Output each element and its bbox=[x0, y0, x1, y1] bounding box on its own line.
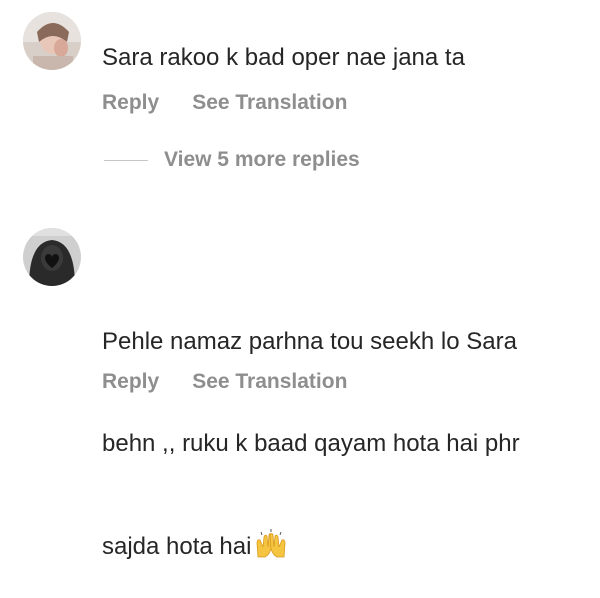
comment-2-actions: Reply See Translation bbox=[102, 370, 347, 394]
view-more-replies-button[interactable]: View 5 more replies bbox=[104, 148, 360, 172]
comment-1-text: Sara rakoo k bad oper nae jana ta bbox=[102, 44, 465, 71]
user-avatar-hijab-icon bbox=[23, 228, 81, 286]
avatar-comment-1[interactable] bbox=[23, 12, 81, 70]
see-translation-button[interactable]: See Translation bbox=[192, 91, 347, 115]
comment-2-line-2: behn ,, ruku k baad qayam hota hai phr bbox=[102, 430, 520, 457]
user-avatar-photo-icon bbox=[23, 12, 81, 70]
replies-divider-line bbox=[104, 159, 148, 161]
comment-1-actions: Reply See Translation bbox=[102, 91, 347, 115]
reply-button[interactable]: Reply bbox=[102, 370, 159, 394]
avatar-comment-2[interactable] bbox=[23, 228, 81, 286]
comment-2-line-3: sajda hota hai bbox=[102, 529, 592, 564]
comment-2-line-1: Pehle namaz parhna tou seekh lo Sara bbox=[102, 328, 517, 355]
reply-button[interactable]: Reply bbox=[102, 91, 159, 115]
view-more-replies-label: View 5 more replies bbox=[164, 148, 360, 171]
raising-hands-emoji-icon bbox=[255, 529, 287, 559]
comment-2-line-3-text: sajda hota hai bbox=[102, 533, 252, 560]
comment-2-text: Pehle namaz parhna tou seekh lo Sara beh… bbox=[102, 257, 592, 598]
see-translation-button[interactable]: See Translation bbox=[192, 370, 347, 394]
